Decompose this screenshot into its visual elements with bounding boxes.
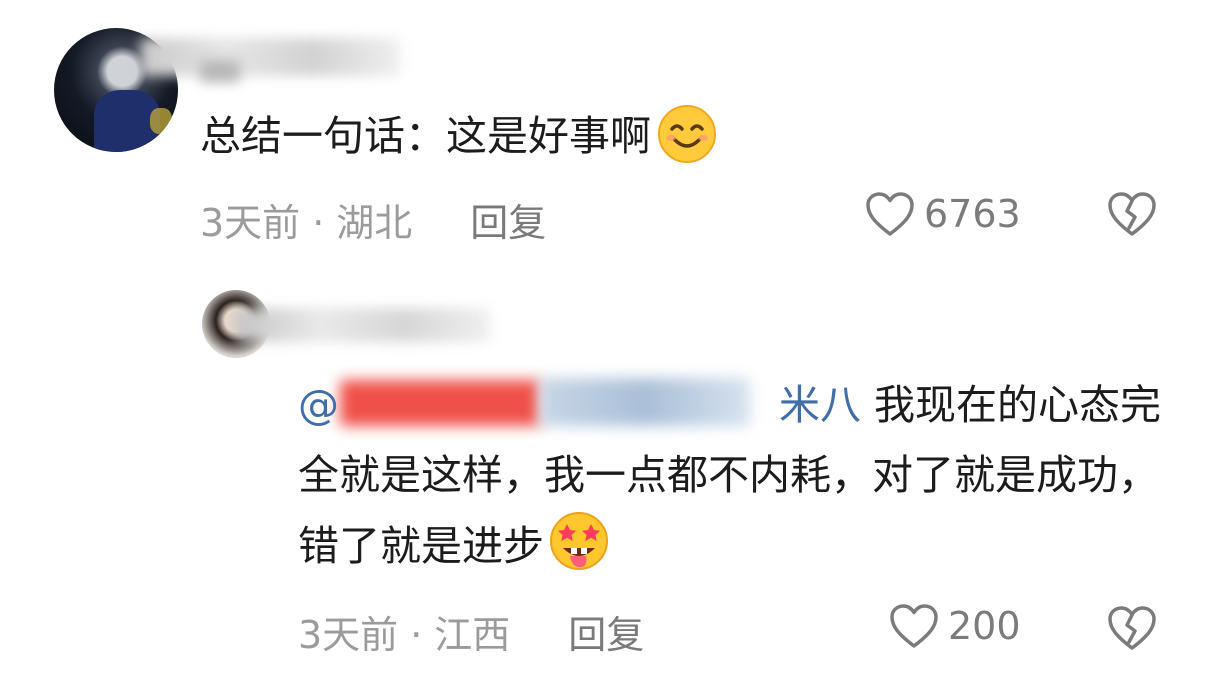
comment-thread: 总结一句话：这是好事啊 3天前 · 湖北 回复 6763 @ 米八 我现在的心态完全就是…: [0, 0, 1224, 688]
commenter-username-redacted-tail: [200, 60, 240, 82]
reply-dislike-button[interactable]: [1106, 604, 1158, 656]
comment-time: 3天前: [200, 201, 301, 245]
mention-visible-name: 米八: [779, 381, 861, 429]
reply-location: 江西: [434, 613, 511, 657]
like-button[interactable]: 6763: [864, 190, 1021, 238]
mention-at: @: [298, 381, 339, 429]
reply-button[interactable]: 回复: [470, 201, 546, 245]
reply-username-redacted[interactable]: [235, 308, 490, 342]
reply-like-count: 200: [948, 604, 1021, 648]
dislike-button[interactable]: [1106, 190, 1158, 242]
heart-outline-icon: [890, 604, 938, 648]
meta-separator: ·: [410, 613, 423, 657]
star-struck-tongue-emoji: [550, 512, 608, 570]
reply-like-button[interactable]: 200: [888, 602, 1021, 650]
reply-meta: 3天前 · 江西 回复: [298, 604, 644, 659]
smiling-face-emoji: [658, 105, 716, 163]
comment-meta: 3天前 · 湖北 回复: [200, 192, 546, 247]
comment-body: 总结一句话：这是好事啊: [200, 104, 717, 165]
comment-text: 总结一句话：这是好事啊: [200, 112, 651, 160]
heart-outline-icon: [866, 192, 914, 236]
broken-heart-icon: [1108, 192, 1156, 236]
comment-location: 湖北: [336, 201, 413, 245]
commenter-username-redacted[interactable]: [140, 38, 400, 76]
meta-separator: ·: [312, 201, 325, 245]
like-count: 6763: [924, 192, 1021, 236]
reply-time: 3天前: [298, 613, 399, 657]
reply-reply-button[interactable]: 回复: [568, 613, 644, 657]
reply-body: @ 米八 我现在的心态完全就是这样，我一点都不内耗，对了就是成功，错了就是进步: [298, 370, 1178, 581]
broken-heart-icon: [1108, 606, 1156, 650]
mention-link[interactable]: @ 米八: [298, 381, 861, 429]
